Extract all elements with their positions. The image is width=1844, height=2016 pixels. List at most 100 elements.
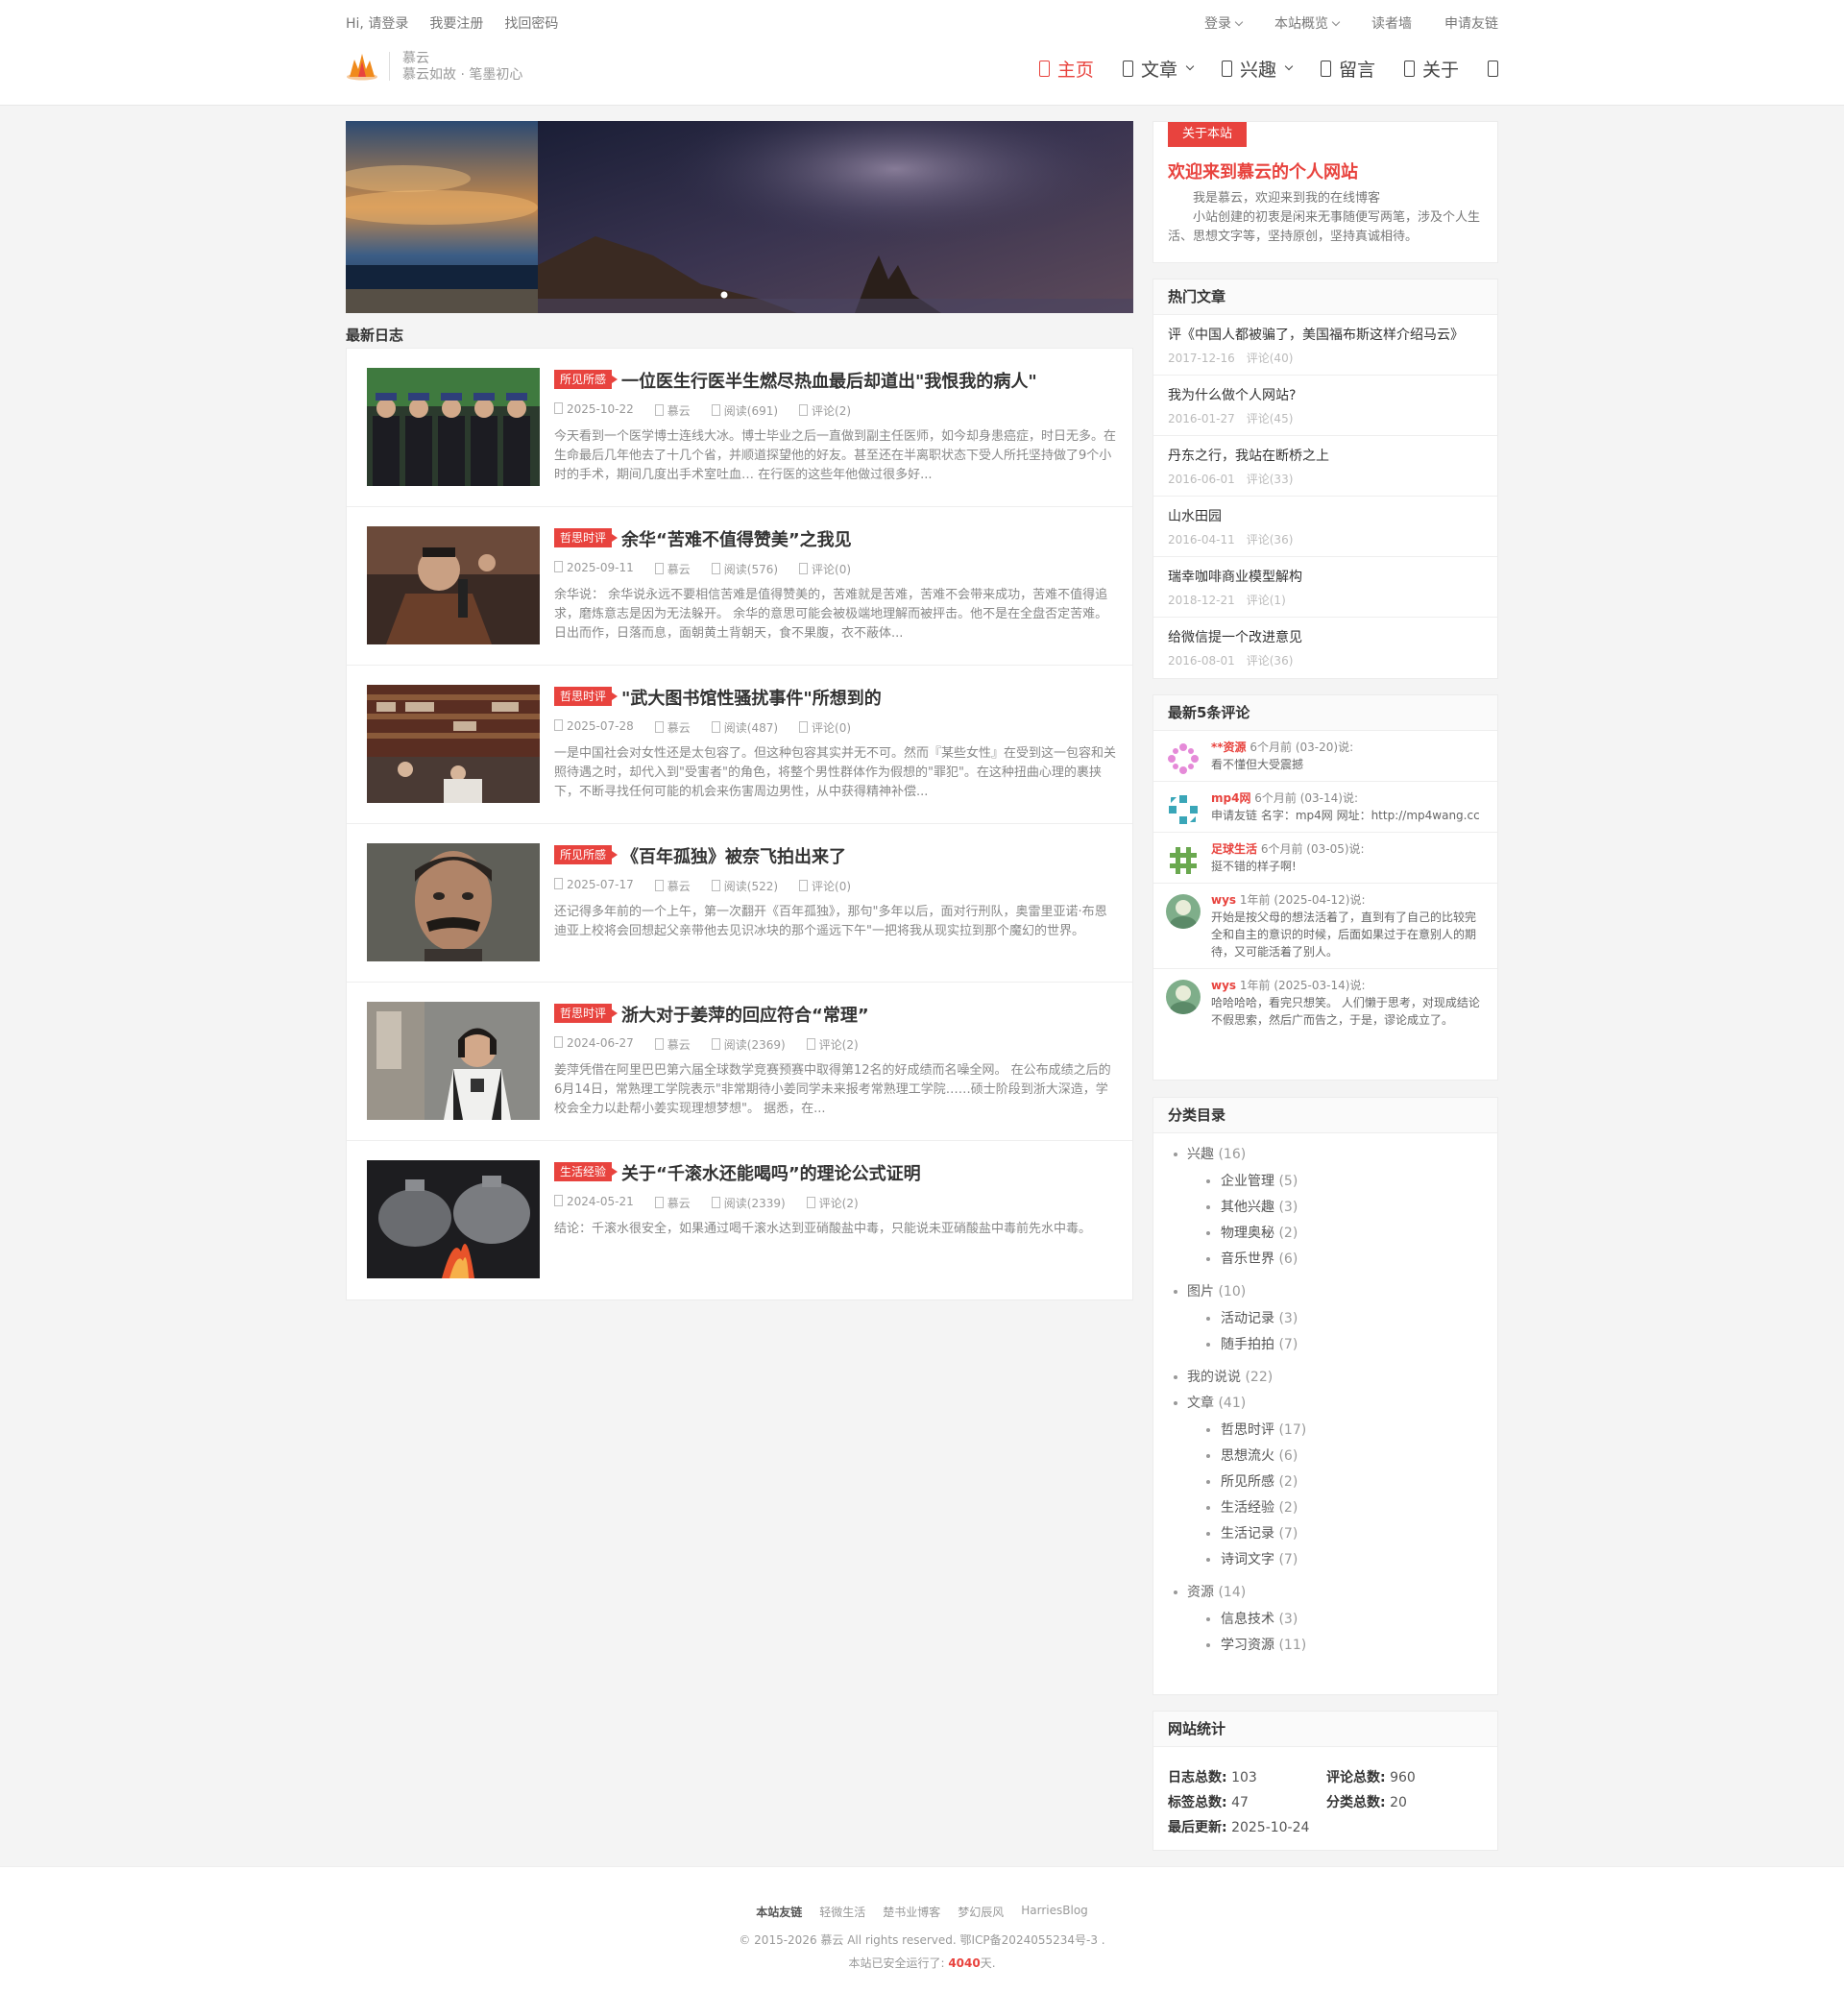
post-author[interactable]: 慕云 <box>655 1036 691 1053</box>
category-tag[interactable]: 生活经验 <box>554 1162 619 1181</box>
post-thumbnail[interactable] <box>367 368 540 486</box>
post-comments[interactable]: 评论(2) <box>807 1195 859 1211</box>
subcategory-item[interactable]: 思想流火 (6) <box>1153 1446 1497 1466</box>
subcategory-item[interactable]: 诗词文字 (7) <box>1153 1550 1497 1569</box>
about-heading: 欢迎来到慕云的个人网站 <box>1168 162 1358 182</box>
post-comments[interactable]: 评论(0) <box>799 719 851 736</box>
subcategory-item[interactable]: 生活经验 (2) <box>1153 1498 1497 1518</box>
post-comments[interactable]: 评论(0) <box>799 561 851 577</box>
site-logo[interactable]: 慕云 慕云如故 · 笔墨初心 <box>346 48 586 88</box>
avatar <box>1166 741 1201 776</box>
comment-item[interactable]: wys 1年前 (2025-04-12)说: 开始是按父母的想法活着了，直到有了… <box>1153 884 1497 969</box>
comment-author[interactable]: wys <box>1211 979 1236 992</box>
category-tag[interactable]: 哲思时评 <box>554 528 619 547</box>
post-thumbnail[interactable] <box>367 526 540 644</box>
comment-author[interactable]: wys <box>1211 893 1236 907</box>
widget-title: 最新5条评论 <box>1153 695 1497 731</box>
list-item[interactable]: 山水田园 2016-04-11 评论(36) <box>1153 497 1497 557</box>
post-thumbnail[interactable] <box>367 1160 540 1278</box>
subcategory-item[interactable]: 活动记录 (3) <box>1153 1309 1497 1328</box>
post-title[interactable]: "武大图书馆性骚扰事件"所想到的 <box>621 685 882 710</box>
nav-item-guestbook[interactable]: 留言 <box>1320 54 1375 83</box>
post-comments[interactable]: 评论(2) <box>807 1036 859 1053</box>
post-title[interactable]: 浙大对于姜萍的回应符合“常理” <box>621 1002 869 1027</box>
post-comments[interactable]: 评论(0) <box>799 878 851 894</box>
post-thumbnail[interactable] <box>367 685 540 803</box>
comment-item[interactable]: wys 1年前 (2025-03-14)说: 哈哈哈哈，看完只想笑。 人们懒于思… <box>1153 969 1497 1036</box>
friend-link[interactable]: 轻微生活 <box>819 1904 865 1920</box>
nav-item-interests[interactable]: 兴趣 <box>1221 54 1294 83</box>
category-tag[interactable]: 所见所感 <box>554 845 619 864</box>
search-toggle-button[interactable] <box>1488 54 1498 83</box>
list-item[interactable]: 我为什么做个人网站? 2016-01-27 评论(45) <box>1153 376 1497 436</box>
comment-item[interactable]: **资源 6个月前 (03-20)说: 看不懂但大受震撼 <box>1153 731 1497 782</box>
post-title[interactable]: 《百年孤独》被奈飞拍出来了 <box>621 843 846 868</box>
subcategory-item[interactable]: 生活记录 (7) <box>1153 1524 1497 1543</box>
chevron-down-icon <box>1331 17 1341 27</box>
hot-post-title[interactable]: 评《中国人都被骗了，美国福布斯这样介绍马云》 <box>1168 325 1483 344</box>
category-tag[interactable]: 哲思时评 <box>554 687 619 706</box>
post-author[interactable]: 慕云 <box>655 719 691 736</box>
reader-wall-link[interactable]: 读者墙 <box>1371 13 1412 33</box>
post-title[interactable]: 余华“苦难不值得赞美”之我见 <box>621 526 852 551</box>
subcategory-item[interactable]: 音乐世界 (6) <box>1153 1250 1497 1269</box>
post-views: 阅读(487) <box>712 719 778 736</box>
forgot-password-link[interactable]: 找回密码 <box>504 13 558 33</box>
nav-item-home[interactable]: 主页 <box>1038 54 1094 83</box>
hot-post-title[interactable]: 给微信提一个改进意见 <box>1168 627 1483 646</box>
category-item[interactable]: 文章 (41) <box>1153 1394 1497 1413</box>
friend-link[interactable]: 梦幻辰风 <box>958 1904 1004 1920</box>
comment-author[interactable]: 足球生活 <box>1211 842 1257 856</box>
post-title[interactable]: 一位医生行医半生燃尽热血最后却道出"我恨我的病人" <box>621 368 1037 393</box>
post-thumbnail[interactable] <box>367 1002 540 1120</box>
subcategory-item[interactable]: 所见所感 (2) <box>1153 1472 1497 1492</box>
nav-item-about[interactable]: 关于 <box>1403 54 1459 83</box>
friend-links: 本站友链 轻微生活 楚书业博客 梦幻辰风 HarriesBlog <box>0 1904 1844 1920</box>
site-overview-dropdown[interactable]: 本站概览 <box>1274 13 1341 33</box>
hot-post-title[interactable]: 我为什么做个人网站? <box>1168 385 1483 404</box>
category-item[interactable]: 资源 (14) <box>1153 1583 1497 1602</box>
post-author[interactable]: 慕云 <box>655 1195 691 1211</box>
list-item[interactable]: 评《中国人都被骗了，美国福布斯这样介绍马云》 2017-12-16 评论(40) <box>1153 315 1497 376</box>
category-tag[interactable]: 哲思时评 <box>554 1004 619 1023</box>
category-item[interactable]: 兴趣 (16) <box>1153 1145 1497 1164</box>
hot-post-title[interactable]: 瑞幸咖啡商业模型解构 <box>1168 567 1483 586</box>
post-meta: 2025-07-17 慕云 阅读(522) 评论(0) <box>554 878 851 894</box>
apply-friend-link[interactable]: 申请友链 <box>1444 13 1498 33</box>
nav-item-articles[interactable]: 文章 <box>1122 54 1195 83</box>
post-author[interactable]: 慕云 <box>655 561 691 577</box>
list-item[interactable]: 丹东之行，我站在断桥之上 2016-06-01 评论(33) <box>1153 436 1497 497</box>
category-item[interactable]: 我的说说 (22) <box>1153 1368 1497 1387</box>
slider-dot[interactable] <box>720 291 728 299</box>
login-link[interactable]: Hi, 请登录 <box>346 13 408 33</box>
category-tag[interactable]: 所见所感 <box>554 370 619 389</box>
category-item[interactable]: 图片 (10) <box>1153 1282 1497 1301</box>
comment-item[interactable]: mp4网 6个月前 (03-14)说: 申请友链 名字：mp4网 网址：http… <box>1153 782 1497 833</box>
subcategory-item[interactable]: 学习资源 (11) <box>1153 1636 1497 1655</box>
friend-link[interactable]: HarriesBlog <box>1021 1904 1088 1920</box>
subcategory-item[interactable]: 物理奥秘 (2) <box>1153 1224 1497 1243</box>
post-thumbnail[interactable] <box>367 843 540 961</box>
register-link[interactable]: 我要注册 <box>429 13 483 33</box>
login-dropdown[interactable]: 登录 <box>1204 13 1244 33</box>
comment-author[interactable]: **资源 <box>1211 741 1247 754</box>
subcategory-item[interactable]: 其他兴趣 (3) <box>1153 1198 1497 1217</box>
subcategory-item[interactable]: 信息技术 (3) <box>1153 1610 1497 1629</box>
list-item[interactable]: 给微信提一个改进意见 2016-08-01 评论(36) <box>1153 618 1497 678</box>
comment-author[interactable]: mp4网 <box>1211 791 1250 805</box>
hot-post-title[interactable]: 山水田园 <box>1168 506 1483 525</box>
comment-item[interactable]: 足球生活 6个月前 (03-05)说: 挺不错的样子啊! <box>1153 833 1497 884</box>
post-title[interactable]: 关于“千滚水还能喝吗”的理论公式证明 <box>621 1160 921 1185</box>
message-icon <box>1320 60 1331 77</box>
subcategory-item[interactable]: 哲思时评 (17) <box>1153 1421 1497 1440</box>
subcategory-item[interactable]: 企业管理 (5) <box>1153 1172 1497 1191</box>
friend-link[interactable]: 楚书业博客 <box>883 1904 940 1920</box>
post-comments[interactable]: 评论(2) <box>799 402 851 419</box>
list-item[interactable]: 瑞幸咖啡商业模型解构 2018-12-21 评论(1) <box>1153 557 1497 618</box>
post-author[interactable]: 慕云 <box>655 878 691 894</box>
post-author[interactable]: 慕云 <box>655 402 691 419</box>
hot-post-title[interactable]: 丹东之行，我站在断桥之上 <box>1168 446 1483 465</box>
top-bar: Hi, 请登录 我要注册 找回密码 登录 本站概览 读者墙 申请友链 <box>346 13 1498 36</box>
banner-slider[interactable] <box>346 121 1133 313</box>
subcategory-item[interactable]: 随手拍拍 (7) <box>1153 1335 1497 1354</box>
